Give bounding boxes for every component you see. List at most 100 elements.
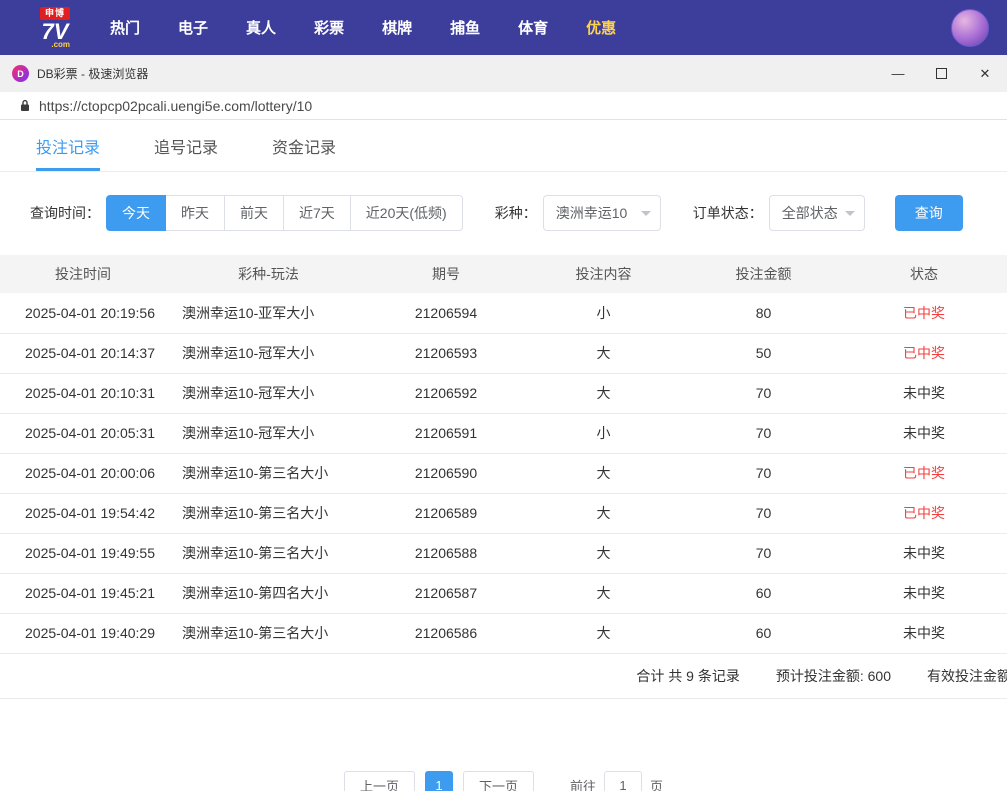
cell-status: 已中奖 xyxy=(841,493,1007,533)
lottery-filter-label: 彩种： xyxy=(495,203,537,223)
cell-issue: 21206589 xyxy=(371,493,521,533)
cell-amount: 60 xyxy=(686,613,841,653)
cell-amount: 70 xyxy=(686,493,841,533)
table-row: 2025-04-01 20:10:31澳洲幸运10-冠军大小21206592大7… xyxy=(0,373,1007,413)
cell-status: 已中奖 xyxy=(841,293,1007,333)
cell-amount: 70 xyxy=(686,533,841,573)
cell-time: 2025-04-01 20:00:06 xyxy=(0,453,166,493)
cell-time: 2025-04-01 19:49:55 xyxy=(0,533,166,573)
cell-content: 大 xyxy=(521,373,686,413)
time-filter-option[interactable]: 今天 xyxy=(106,195,166,231)
tab-chase-records[interactable]: 追号记录 xyxy=(154,120,218,171)
url-field[interactable]: https://ctopcp02pcali.uengi5e.com/lotter… xyxy=(39,98,312,114)
status-filter-label: 订单状态： xyxy=(693,203,763,223)
column-header: 投注时间 xyxy=(0,255,166,293)
table-row: 2025-04-01 19:54:42澳洲幸运10-第三名大小21206589大… xyxy=(0,493,1007,533)
cell-content: 小 xyxy=(521,293,686,333)
cell-content: 小 xyxy=(521,413,686,453)
nav-item[interactable]: 体育 xyxy=(518,17,548,38)
pagination: 上一页 1 下一页 前往 页 xyxy=(0,771,1007,791)
main-nav: 热门 电子 真人 彩票 棋牌 捕鱼 体育 优惠 xyxy=(110,17,951,38)
cell-game: 澳洲幸运10-亚军大小 xyxy=(166,293,371,333)
nav-item[interactable]: 真人 xyxy=(246,17,276,38)
cell-game: 澳洲幸运10-冠军大小 xyxy=(166,333,371,373)
tab-bet-records[interactable]: 投注记录 xyxy=(36,120,100,171)
time-filter-group: 今天昨天前天近7天近20天(低频) xyxy=(106,195,463,231)
chevron-down-icon xyxy=(845,211,855,216)
summary-expected-amount: 预计投注金额: 600 xyxy=(776,666,891,686)
user-avatar[interactable] xyxy=(951,9,989,47)
cell-issue: 21206593 xyxy=(371,333,521,373)
cell-time: 2025-04-01 19:45:21 xyxy=(0,573,166,613)
search-button[interactable]: 查询 xyxy=(895,195,963,231)
page-number-current[interactable]: 1 xyxy=(425,771,453,791)
lottery-select[interactable]: 澳洲幸运10 xyxy=(543,195,661,231)
prev-page-button[interactable]: 上一页 xyxy=(344,771,415,791)
time-filter-option[interactable]: 近7天 xyxy=(283,195,351,231)
lock-icon xyxy=(20,99,30,112)
cell-status: 未中奖 xyxy=(841,533,1007,573)
cell-game: 澳洲幸运10-第三名大小 xyxy=(166,613,371,653)
cell-content: 大 xyxy=(521,493,686,533)
cell-status: 已中奖 xyxy=(841,453,1007,493)
bet-table-body: 2025-04-01 20:19:56澳洲幸运10-亚军大小21206594小8… xyxy=(0,293,1007,653)
cell-amount: 50 xyxy=(686,333,841,373)
time-filter-label: 查询时间： xyxy=(30,203,100,223)
next-page-button[interactable]: 下一页 xyxy=(463,771,534,791)
column-header: 彩种-玩法 xyxy=(166,255,371,293)
goto-page-suffix: 页 xyxy=(650,776,663,791)
maximize-button[interactable] xyxy=(936,68,947,79)
table-row: 2025-04-01 19:40:29澳洲幸运10-第三名大小21206586大… xyxy=(0,613,1007,653)
cell-issue: 21206587 xyxy=(371,573,521,613)
cell-amount: 70 xyxy=(686,453,841,493)
cell-time: 2025-04-01 19:54:42 xyxy=(0,493,166,533)
nav-item[interactable]: 棋牌 xyxy=(382,17,412,38)
cell-game: 澳洲幸运10-冠军大小 xyxy=(166,373,371,413)
cell-amount: 80 xyxy=(686,293,841,333)
cell-time: 2025-04-01 19:40:29 xyxy=(0,613,166,653)
cell-time: 2025-04-01 20:19:56 xyxy=(0,293,166,333)
nav-item[interactable]: 彩票 xyxy=(314,17,344,38)
minimize-button[interactable]: — xyxy=(890,67,906,80)
cell-content: 大 xyxy=(521,573,686,613)
status-select-value: 全部状态 xyxy=(782,203,838,223)
cell-issue: 21206586 xyxy=(371,613,521,653)
cell-status: 未中奖 xyxy=(841,373,1007,413)
summary-total: 合计 共 9 条记录 xyxy=(636,666,739,686)
nav-item[interactable]: 电子 xyxy=(178,17,208,38)
time-filter-option[interactable]: 前天 xyxy=(224,195,284,231)
table-row: 2025-04-01 19:45:21澳洲幸运10-第四名大小21206587大… xyxy=(0,573,1007,613)
nav-item[interactable]: 优惠 xyxy=(586,17,616,38)
time-filter-option[interactable]: 昨天 xyxy=(165,195,225,231)
table-row: 2025-04-01 20:05:31澳洲幸运10-冠军大小21206591小7… xyxy=(0,413,1007,453)
bet-table: 投注时间彩种-玩法期号投注内容投注金额状态 2025-04-01 20:19:5… xyxy=(0,255,1007,654)
bet-table-header-row: 投注时间彩种-玩法期号投注内容投注金额状态 xyxy=(0,255,1007,293)
nav-item[interactable]: 捕鱼 xyxy=(450,17,480,38)
column-header: 投注金额 xyxy=(686,255,841,293)
cell-status: 未中奖 xyxy=(841,613,1007,653)
logo-badge: 申博 xyxy=(40,7,70,20)
time-filter-option[interactable]: 近20天(低频) xyxy=(350,195,463,231)
cell-time: 2025-04-01 20:14:37 xyxy=(0,333,166,373)
cell-content: 大 xyxy=(521,613,686,653)
record-tabs: 投注记录 追号记录 资金记录 xyxy=(0,120,1007,172)
cell-game: 澳洲幸运10-第三名大小 xyxy=(166,493,371,533)
cell-issue: 21206591 xyxy=(371,413,521,453)
filter-row: 查询时间： 今天昨天前天近7天近20天(低频) 彩种： 澳洲幸运10 订单状态：… xyxy=(30,195,1007,231)
tab-fund-records[interactable]: 资金记录 xyxy=(272,120,336,171)
cell-content: 大 xyxy=(521,333,686,373)
site-top-nav: 申博 7V .com 热门 电子 真人 彩票 棋牌 捕鱼 体育 优惠 xyxy=(0,0,1007,55)
site-logo[interactable]: 申博 7V .com xyxy=(40,7,70,49)
table-row: 2025-04-01 20:00:06澳洲幸运10-第三名大小21206590大… xyxy=(0,453,1007,493)
chevron-down-icon xyxy=(641,211,651,216)
cell-status: 未中奖 xyxy=(841,413,1007,453)
cell-game: 澳洲幸运10-冠军大小 xyxy=(166,413,371,453)
cell-status: 未中奖 xyxy=(841,573,1007,613)
nav-item[interactable]: 热门 xyxy=(110,17,140,38)
close-button[interactable]: ✕ xyxy=(977,67,993,80)
status-select[interactable]: 全部状态 xyxy=(769,195,865,231)
goto-page-input[interactable] xyxy=(604,771,642,791)
column-header: 期号 xyxy=(371,255,521,293)
cell-time: 2025-04-01 20:10:31 xyxy=(0,373,166,413)
cell-amount: 70 xyxy=(686,373,841,413)
